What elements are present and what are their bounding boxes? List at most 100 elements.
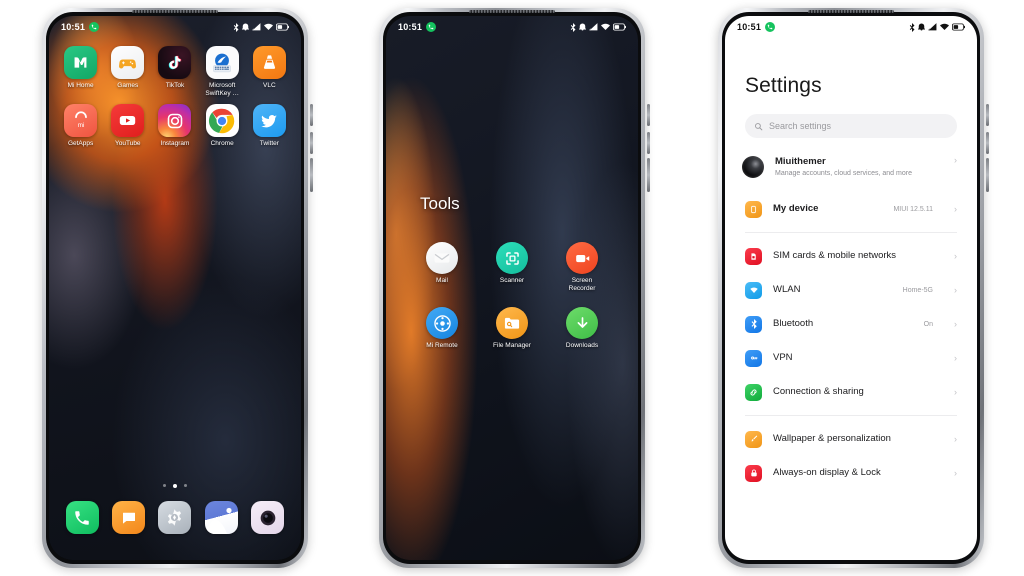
settings-gear-icon[interactable] — [158, 501, 192, 534]
app-label: YouTube — [115, 140, 141, 147]
earpiece-grille — [132, 10, 218, 13]
earpiece-grille — [469, 10, 555, 13]
volume-up-button[interactable] — [647, 104, 650, 126]
row-value: On — [923, 320, 933, 328]
folder-title[interactable]: Tools — [420, 194, 460, 214]
row-title: Miuithemer — [775, 156, 826, 167]
phone-device-settings: 10:51 Settings Search settings Miuitheme… — [718, 8, 989, 568]
phone-bezel: 10:51 Tools Mail Scanner Screen Recorder… — [383, 12, 641, 564]
chevron-right-icon: › — [954, 250, 957, 261]
row-subtitle: Manage accounts, cloud services, and mor… — [775, 170, 912, 177]
settings-row-bluetooth[interactable]: Bluetooth On › — [745, 307, 957, 341]
volume-up-button[interactable] — [310, 104, 313, 126]
app-youtube[interactable]: YouTube — [105, 104, 151, 148]
settings-row-connection-sharing[interactable]: Connection & sharing › — [745, 375, 957, 409]
chevron-right-icon: › — [954, 467, 957, 478]
app-swiftkey[interactable]: Microsoft SwiftKey … — [199, 46, 245, 98]
app-instagram[interactable]: Instagram — [152, 104, 198, 148]
volume-down-button[interactable] — [310, 132, 313, 154]
gallery-icon[interactable] — [204, 501, 238, 534]
status-bar: 10:51 — [49, 16, 301, 38]
chevron-right-icon: › — [954, 386, 957, 397]
settings-list: Miuithemer Manage accounts, cloud servic… — [725, 150, 977, 560]
bluetooth-icon — [745, 315, 762, 333]
battery-icon — [952, 23, 965, 31]
power-button[interactable] — [310, 158, 313, 192]
row-body: SIM cards & mobile networks — [773, 250, 940, 262]
volume-up-button[interactable] — [986, 104, 989, 126]
bluetooth-icon — [570, 22, 576, 32]
app-label: VLC — [263, 82, 276, 89]
app-label: Mi Home — [67, 82, 94, 89]
phone-screen-settings: 10:51 Settings Search settings Miuitheme… — [725, 16, 977, 560]
row-body: WLAN — [773, 284, 892, 296]
bluetooth-icon — [909, 22, 915, 32]
volume-down-button[interactable] — [986, 132, 989, 154]
power-button[interactable] — [986, 158, 989, 192]
status-bar-left: 10:51 — [398, 22, 437, 32]
settings-row-my-device[interactable]: My device MIUI 12.5.11 › — [745, 192, 957, 226]
chevron-right-icon: › — [954, 203, 957, 214]
settings-row-sim-cards[interactable]: SIM cards & mobile networks › — [745, 239, 957, 273]
volume-down-button[interactable] — [647, 132, 650, 154]
app-vlc[interactable]: VLC — [246, 46, 292, 98]
row-title: Connection & sharing — [773, 386, 864, 397]
app-screen-recorder[interactable]: Screen Recorder — [556, 242, 608, 293]
alarm-icon — [579, 23, 586, 31]
app-getapps[interactable]: mi GetApps — [58, 104, 104, 148]
status-bar-right — [570, 22, 626, 32]
settings-row-account[interactable]: Miuithemer Manage accounts, cloud servic… — [742, 150, 957, 192]
app-downloads[interactable]: Downloads — [556, 307, 608, 350]
app-label: File Manager — [493, 342, 531, 349]
app-label: TikTok — [165, 82, 185, 89]
row-body: Connection & sharing — [773, 386, 940, 398]
earpiece-grille — [808, 10, 894, 13]
vpn-key-icon — [745, 349, 762, 367]
settings-row-vpn[interactable]: VPN › — [745, 341, 957, 375]
bluetooth-icon — [233, 22, 239, 32]
row-title: My device — [773, 203, 819, 214]
page-dot — [184, 484, 187, 487]
folder-app-grid: Mail Scanner Screen Recorder Mi Remote F… — [386, 242, 638, 364]
app-games[interactable]: Games — [105, 46, 151, 98]
camera-icon[interactable] — [251, 501, 285, 534]
phone-icon[interactable] — [65, 501, 99, 534]
app-mail[interactable]: Mail — [416, 242, 468, 293]
app-chrome[interactable]: Chrome — [199, 104, 245, 148]
row-body: Miuithemer Manage accounts, cloud servic… — [775, 156, 940, 178]
app-label: Scanner — [499, 277, 525, 284]
phone-device-home: 10:51 Mi Home Games TikTok Microsoft Swi… — [42, 8, 313, 568]
settings-row-always-on-display[interactable]: Always-on display & Lock › — [745, 456, 957, 490]
settings-row-wallpaper[interactable]: Wallpaper & personalization › — [745, 422, 957, 456]
settings-app: 10:51 Settings Search settings Miuitheme… — [725, 16, 977, 560]
power-button[interactable] — [647, 158, 650, 192]
app-scanner[interactable]: Scanner — [486, 242, 538, 293]
search-input[interactable]: Search settings — [745, 114, 957, 138]
messages-icon[interactable] — [112, 501, 146, 534]
status-bar-right — [233, 22, 289, 32]
app-label: Games — [117, 82, 139, 89]
phone-screen-home: 10:51 Mi Home Games TikTok Microsoft Swi… — [49, 16, 301, 560]
page-indicator[interactable] — [49, 484, 301, 488]
settings-row-wlan[interactable]: WLAN Home-5G › — [745, 273, 957, 307]
app-twitter[interactable]: Twitter — [246, 104, 292, 148]
status-bar-left: 10:51 — [737, 22, 776, 32]
app-label: Screen Recorder — [568, 277, 596, 292]
row-title: SIM cards & mobile networks — [773, 250, 897, 261]
app-label: Twitter — [259, 140, 279, 147]
group-divider — [745, 415, 957, 416]
app-file-manager[interactable]: File Manager — [486, 307, 538, 350]
chrome-icon — [205, 104, 239, 137]
app-row: Mi Home Games TikTok Microsoft SwiftKey … — [57, 46, 293, 98]
row-title: Always-on display & Lock — [773, 467, 881, 478]
app-tiktok[interactable]: TikTok — [152, 46, 198, 98]
chevron-right-icon: › — [954, 284, 957, 295]
row-title: Wallpaper & personalization — [773, 433, 891, 444]
signal-icon — [928, 23, 937, 31]
app-label: Downloads — [565, 342, 599, 349]
row-body: Wallpaper & personalization — [773, 433, 940, 445]
app-mi-remote[interactable]: Mi Remote — [416, 307, 468, 350]
row-value: Home-5G — [902, 286, 933, 294]
app-mi-home[interactable]: Mi Home — [58, 46, 104, 98]
status-time: 10:51 — [61, 22, 86, 32]
